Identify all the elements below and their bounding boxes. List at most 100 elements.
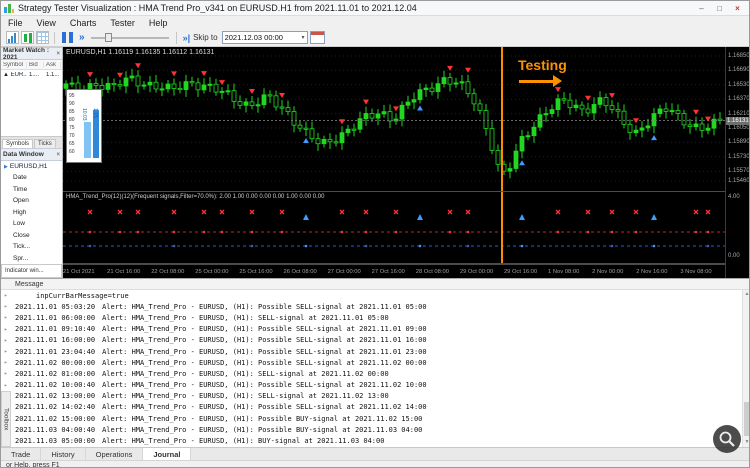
journal-row[interactable]: ▸ 2021.11.02 01:00:00 Alert: HMA_Trend_Pro… [1,368,742,379]
window-separator [63,263,725,264]
testing-arrow-head [553,75,562,87]
journal-row[interactable]: ▸ 2021.11.02 00:00:00 Alert: HMA_Trend_Pro… [1,357,742,368]
data-window-header: Data Window × [1,148,62,161]
tab-trade[interactable]: Trade [1,448,42,460]
journal-row-icon: ▸ [4,303,8,311]
market-watch-body[interactable] [1,80,62,136]
status-text: or Help, press F1 [6,461,60,468]
journal-row-icon: ▸ [4,325,8,333]
candlestick-chart-icon[interactable] [21,31,34,44]
main-plot [63,55,725,182]
close-icon[interactable]: × [56,152,60,158]
menu-help[interactable]: Help [142,16,175,29]
window-separator[interactable] [63,191,725,192]
market-watch-title: Market Watch : 2021 [3,46,49,61]
maximize-button[interactable]: □ [711,2,728,14]
journal-row-icon: ▸ [4,314,8,322]
journal-row-time: 2021.11.02 14:02:40 [15,403,96,412]
time-axis-label: 25 Oct 00:00 [195,268,229,275]
journal-row-time: 2021.11.01 23:04:40 [15,347,96,356]
journal-row[interactable]: ▸2021.11.02 15:00:00Alert: HMA_Trend_Pro… [1,413,742,424]
fast-forward-icon[interactable]: » [77,31,87,44]
time-axis-label: 2 Nov 00:00 [592,268,624,275]
journal-row[interactable]: ▸2021.11.02 13:00:00Alert: HMA_Trend_Pro… [1,391,742,402]
mini-scale-value: 85 [69,109,75,115]
time-axis-label: 27 Oct 16:00 [371,268,405,275]
bar-chart-icon[interactable] [6,31,19,44]
minimize-button[interactable]: – [693,2,710,14]
calendar-icon[interactable] [309,31,325,44]
journal-row-icon: ▸ [4,370,8,378]
scroll-down-icon[interactable]: ▼ [743,438,749,447]
menu-file[interactable]: File [1,16,30,29]
scrollbar-thumb[interactable] [744,402,749,436]
journal-row[interactable]: ▸2021.11.03 04:00:40Alert: HMA_Trend_Pro… [1,424,742,435]
tab-ticks[interactable]: Ticks [34,139,56,148]
journal-row-icon: ▸ [4,359,8,367]
time-axis-label: 21 Oct 2021 [63,268,95,275]
mini-panel-scale: 95 90 85 80 75 70 65 60 [69,92,75,156]
menubar: File View Charts Tester Help [1,16,749,29]
toolbox-tab[interactable]: Toolbox [1,391,11,447]
tab-journal[interactable]: Journal [143,448,192,460]
journal-row[interactable]: ▸ 2021.11.01 05:03:20 Alert: HMA_Trend_Pro… [1,301,742,312]
chevron-down-icon: ▾ [301,35,305,41]
journal-row[interactable]: ▸ 2021.11.01 06:00:00 Alert: HMA_Trend_Pro… [1,312,742,323]
time-axis-label: 28 Oct 08:00 [415,268,449,275]
table-row[interactable]: ▲ EUR... 1.... 1.1... [1,70,62,80]
journal-row-icon: ▸ [4,336,8,344]
mini-scale-value: 75 [69,125,75,131]
menu-charts[interactable]: Charts [63,16,104,29]
cell-bid: 1.... [29,72,40,78]
tab-indicator-window[interactable]: Indicator win... [1,264,62,278]
data-window-symbol[interactable]: ▶ EURUSD,H1 [1,161,62,172]
cell-ask: 1.1... [46,72,60,78]
journal-row-message: Alert: HMA_Trend_Pro - EURUSD, (H1): Pos… [102,347,427,356]
tab-history[interactable]: History [41,448,86,460]
price-axis-label: 1.16370 [728,96,750,103]
mini-panel-label: 1.15 [92,108,98,118]
sidebar: Market Watch : 2021 × Symbol Bid Ask ▲ EUR… [1,47,63,278]
menu-tester[interactable]: Tester [103,16,142,29]
zoom-button[interactable] [713,425,741,453]
close-button[interactable]: × [729,2,746,14]
journal-row-time: 2021.11.02 10:00:40 [15,381,96,390]
indicator-subwindow [63,209,725,248]
time-axis-label: 29 Oct 00:00 [459,268,494,275]
testing-vertical-line [501,47,503,263]
menu-view[interactable]: View [30,16,63,29]
journal-column-header[interactable]: Message [1,279,749,290]
journal-row[interactable]: ▸ 2021.11.02 10:00:40 Alert: HMA_Trend_Pro… [1,380,742,391]
scroll-up-icon[interactable]: ▲ [743,290,749,299]
indicator-axis-min: 0.00 [728,253,740,259]
journal-row[interactable]: ▸ 2021.11.01 23:04:40 Alert: HMA_Trend_Pro… [1,346,742,357]
journal-scrollbar[interactable]: ▲ ▼ [742,290,749,447]
journal-row[interactable]: ▸ inpCurrBarMessage=true [1,290,742,301]
journal-row[interactable]: ▸ 2021.11.01 09:10:40 Alert: HMA_Trend_Pro… [1,324,742,335]
tab-operations[interactable]: Operations [86,448,144,460]
data-window-field: Time [1,183,62,195]
journal-row-message: Alert: HMA_Trend_Pro - EURUSD, (H1): Pos… [102,325,427,334]
journal-row[interactable]: ▸2021.11.03 05:00:00Alert: HMA_Trend_Pro… [1,435,742,446]
market-watch-rows: ▲ EUR... 1.... 1.1... [1,70,62,80]
close-icon[interactable]: × [56,51,60,57]
skip-forward-icon[interactable]: »| [183,33,191,43]
pause-icon[interactable] [62,32,73,43]
grid-icon[interactable] [36,31,49,44]
price-axis-label: 1.16530 [728,81,750,88]
slider-thumb[interactable] [104,33,112,42]
journal-row[interactable]: ▸2021.11.02 14:02:40Alert: HMA_Trend_Pro… [1,402,742,413]
journal-row-time: 2021.11.02 00:00:00 [15,358,96,367]
data-window-field: Spr... [1,252,62,264]
tab-symbols[interactable]: Symbols [2,139,34,148]
mini-panel-label: 10:03 [81,108,87,121]
mini-scale-value: 70 [69,133,75,139]
speed-slider[interactable] [90,31,169,44]
journal-row-message: Alert: HMA_Trend_Pro - EURUSD, (H1): SEL… [102,369,389,378]
skip-to-datetime-select[interactable]: 2021.12.03 00:00 ▾ [221,31,308,44]
journal-row-message: inpCurrBarMessage=true [36,291,129,300]
data-window-fields: Date Time Open High Low Close Tick... Spr... [1,172,62,264]
chart-canvas[interactable]: EURUSD,H1 1.16119 1.16135 1.16112 1.1613… [63,47,725,278]
journal-row[interactable]: ▸ 2021.11.01 16:00:00 Alert: HMA_Trend_Pro… [1,335,742,346]
strategy-tester-window: Strategy Tester Visualization : HMA Tren… [0,0,750,468]
